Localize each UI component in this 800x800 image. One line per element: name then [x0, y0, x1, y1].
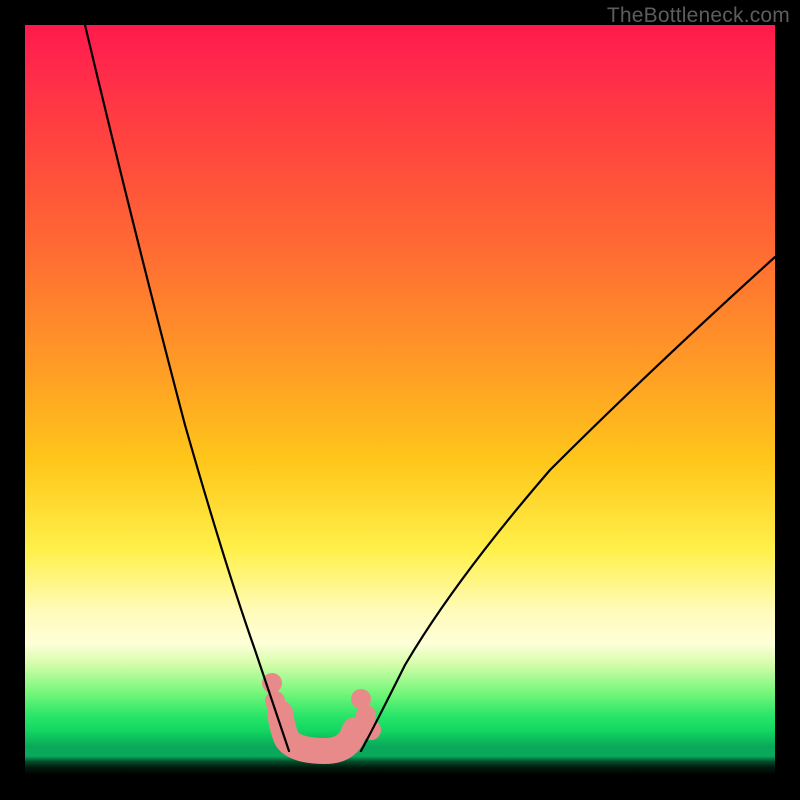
salmon-valley-band	[280, 713, 355, 751]
right-curve	[361, 257, 775, 751]
curves-layer	[25, 25, 775, 775]
plot-area	[25, 25, 775, 775]
left-curve	[85, 25, 289, 751]
chart-frame: TheBottleneck.com	[0, 0, 800, 800]
watermark-text: TheBottleneck.com	[607, 4, 790, 28]
